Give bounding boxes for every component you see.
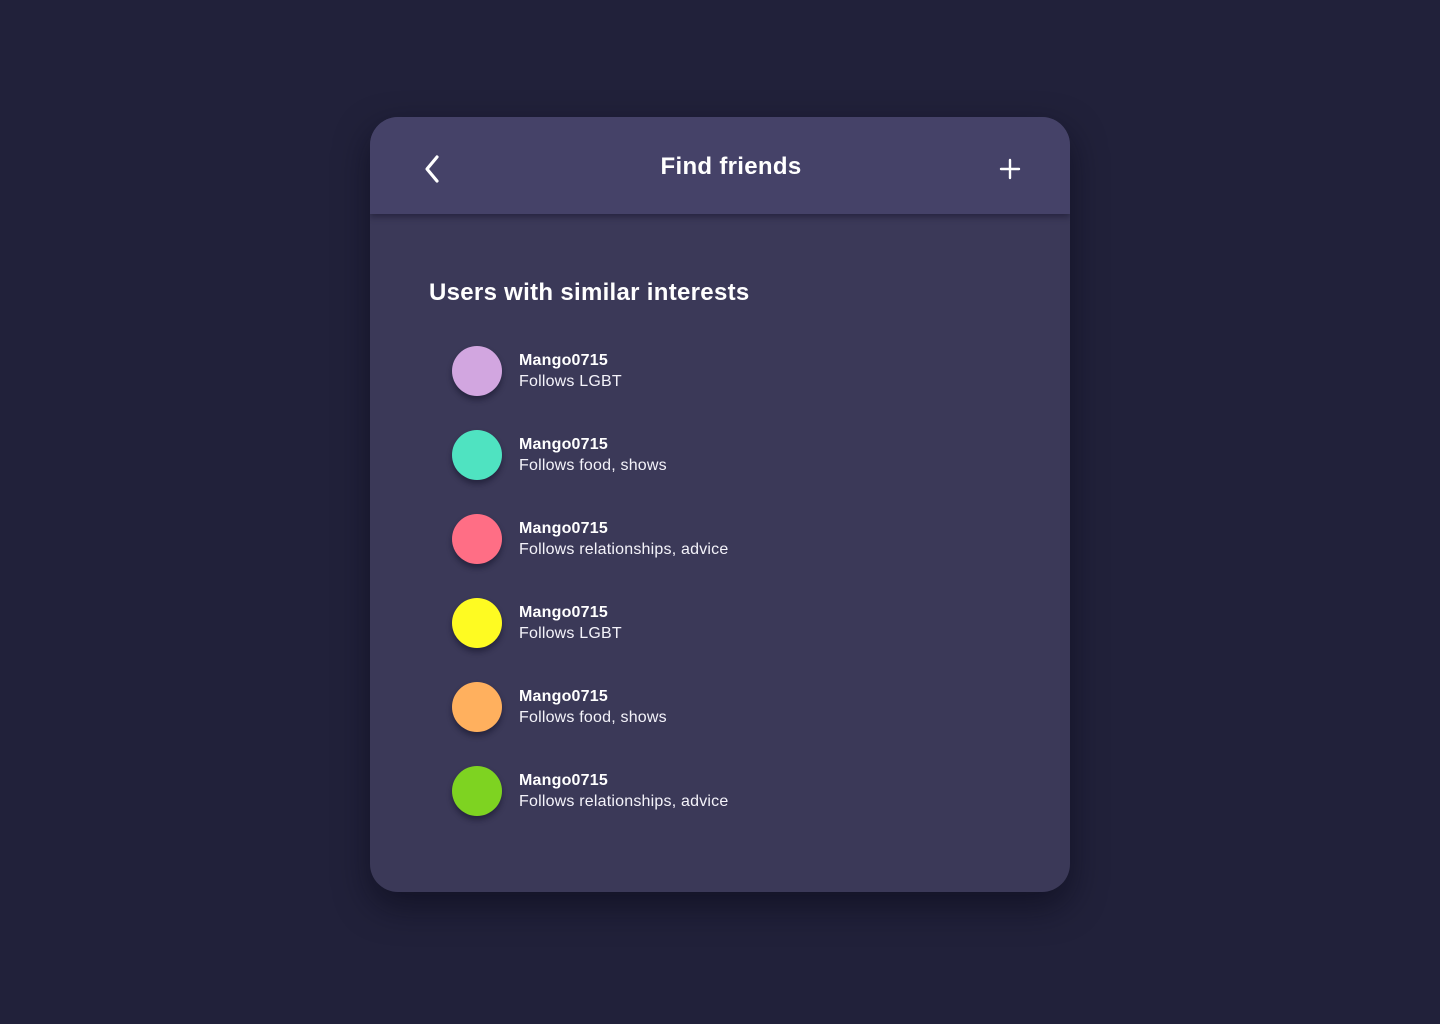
user-list: Mango0715 Follows LGBT Mango0715 Follows… xyxy=(452,117,1012,892)
avatar[interactable] xyxy=(452,346,502,396)
plus-icon xyxy=(999,158,1021,180)
list-item[interactable]: Mango0715 Follows LGBT xyxy=(452,592,1012,654)
list-item[interactable]: Mango0715 Follows food, shows xyxy=(452,676,1012,738)
user-name: Mango0715 xyxy=(519,688,608,705)
user-info: Mango0715 Follows LGBT xyxy=(519,350,622,392)
user-name: Mango0715 xyxy=(519,520,608,537)
find-friends-card: Find friends Users with similar interest… xyxy=(370,117,1070,892)
list-item[interactable]: Mango0715 Follows LGBT xyxy=(452,340,1012,402)
avatar[interactable] xyxy=(452,430,502,480)
user-info: Mango0715 Follows relationships, advice xyxy=(519,770,728,812)
add-friend-button[interactable] xyxy=(990,147,1030,191)
user-interests: Follows LGBT xyxy=(519,373,622,390)
page-title: Find friends xyxy=(660,153,802,180)
user-interests: Follows food, shows xyxy=(519,457,667,474)
user-interests: Follows relationships, advice xyxy=(519,541,729,558)
back-button[interactable] xyxy=(414,147,450,191)
user-interests: Follows LGBT xyxy=(519,625,622,642)
chevron-left-icon xyxy=(425,155,439,183)
list-item[interactable]: Mango0715 Follows relationships, advice xyxy=(452,508,1012,570)
user-info: Mango0715 Follows food, shows xyxy=(519,434,667,476)
user-interests: Follows food, shows xyxy=(519,709,667,726)
user-info: Mango0715 Follows relationships, advice xyxy=(519,518,728,560)
list-item[interactable]: Mango0715 Follows food, shows xyxy=(452,424,1012,486)
user-name: Mango0715 xyxy=(519,436,608,453)
avatar[interactable] xyxy=(452,598,502,648)
user-info: Mango0715 Follows LGBT xyxy=(519,602,622,644)
avatar[interactable] xyxy=(452,766,502,816)
avatar[interactable] xyxy=(452,514,502,564)
user-interests: Follows relationships, advice xyxy=(519,793,729,810)
user-info: Mango0715 Follows food, shows xyxy=(519,686,667,728)
list-item[interactable]: Mango0715 Follows relationships, advice xyxy=(452,760,1012,822)
user-name: Mango0715 xyxy=(519,352,608,369)
user-name: Mango0715 xyxy=(519,772,608,789)
user-name: Mango0715 xyxy=(519,604,608,621)
avatar[interactable] xyxy=(452,682,502,732)
header-bar: Find friends xyxy=(370,117,1070,214)
